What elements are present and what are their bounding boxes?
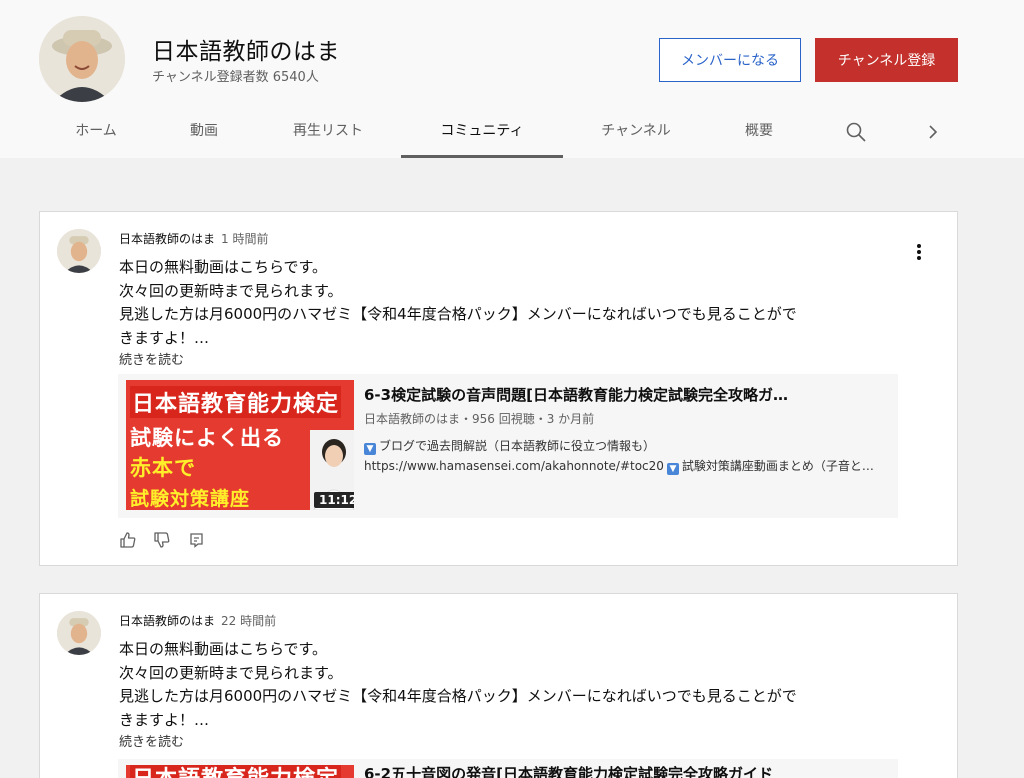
post-text: 本日の無料動画はこちらです。 次々回の更新時まで見られます。 見逃した方は月60… xyxy=(119,256,919,350)
thumbnail-text: 日本語教育能力検定 xyxy=(130,386,342,418)
community-post: 日本語教師のはま 1 時間前 本日の無料動画はこちらです。 次々回の更新時まで見ら… xyxy=(39,211,958,566)
channel-avatar[interactable] xyxy=(39,16,125,102)
author-avatar[interactable] xyxy=(57,229,101,273)
author-name[interactable]: 日本語教師のはま xyxy=(119,614,215,628)
read-more-link[interactable]: 続きを読む xyxy=(119,349,184,368)
desc-line: ブログで過去問解説（日本語教師に役立つ情報も） xyxy=(379,439,656,453)
video-card[interactable]: 日本語教育能力検定 6-2五十音図の発音[日本語教育能力検定試験完全攻略ガイド xyxy=(118,759,898,778)
post-line: 次々回の更新時まで見られます。 xyxy=(119,663,343,682)
thumbnail-text: 日本語教育能力検定 xyxy=(130,765,342,778)
post-line: 次々回の更新時まで見られます。 xyxy=(119,281,343,300)
video-card[interactable]: 日本語教育能力検定 試験によく出る 赤本で 試験対策講座 11:12 6-3検定… xyxy=(118,374,898,518)
tab-videos[interactable]: 動画 xyxy=(176,112,232,158)
video-title[interactable]: 6-3検定試験の音声問題[日本語教育能力検定試験完全攻略ガ… xyxy=(364,384,788,405)
join-member-button[interactable]: メンバーになる xyxy=(659,38,801,82)
post-line: きますよ！… xyxy=(119,328,210,347)
tab-channels[interactable]: チャンネル xyxy=(588,112,684,158)
thumbs-down-icon[interactable] xyxy=(152,530,172,550)
thumbnail-text: 試験によく出る xyxy=(130,426,284,450)
search-icon[interactable] xyxy=(844,120,868,144)
post-author[interactable]: 日本語教師のはま 22 時間前 xyxy=(119,612,276,629)
tab-playlists[interactable]: 再生リスト xyxy=(280,112,376,158)
thumbnail-text: 赤本で xyxy=(130,456,196,480)
video-description: ▼ ブログで過去問解説（日本語教師に役立つ情報も） https://www.ham… xyxy=(364,436,892,476)
thumbnail-text: 試験対策講座 xyxy=(130,488,251,510)
tab-community[interactable]: コミュニティ xyxy=(401,112,563,158)
desc-link[interactable]: https://www.hamasensei.com/akahonnote/#t… xyxy=(364,459,664,473)
chevron-right-icon[interactable] xyxy=(921,120,945,144)
desc-line: 試験対策講座動画まとめ（子音と… xyxy=(681,459,874,473)
comment-icon[interactable] xyxy=(187,530,207,550)
video-thumbnail[interactable]: 日本語教育能力検定 xyxy=(126,765,354,778)
read-more-link[interactable]: 続きを読む xyxy=(119,731,184,750)
post-line: 本日の無料動画はこちらです。 xyxy=(119,258,328,276)
post-time[interactable]: 22 時間前 xyxy=(221,614,276,628)
post-time[interactable]: 1 時間前 xyxy=(221,232,268,246)
post-line: 見逃した方は月6000円のハマゼミ【令和4年度合格パック】メンバーになればいつで… xyxy=(119,687,797,705)
post-line: きますよ！… xyxy=(119,710,210,729)
community-post: 日本語教師のはま 22 時間前 本日の無料動画はこちらです。 次々回の更新時まで見… xyxy=(39,593,958,778)
author-avatar[interactable] xyxy=(57,611,101,655)
down-arrow-icon: ▼ xyxy=(364,443,376,455)
video-duration: 11:12 xyxy=(314,492,354,508)
tab-about[interactable]: 概要 xyxy=(730,112,788,158)
post-line: 本日の無料動画はこちらです。 xyxy=(119,640,328,658)
subscribe-button[interactable]: チャンネル登録 xyxy=(815,38,958,82)
subscriber-count: チャンネル登録者数 6540人 xyxy=(152,70,319,85)
tab-home[interactable]: ホーム xyxy=(62,112,130,158)
down-arrow-icon: ▼ xyxy=(666,463,679,475)
channel-header: 日本語教師のはま チャンネル登録者数 6540人 メンバーになる チャンネル登録… xyxy=(0,0,1024,158)
video-thumbnail[interactable]: 日本語教育能力検定 試験によく出る 赤本で 試験対策講座 11:12 xyxy=(126,380,354,510)
video-meta: 日本語教師のはま・956 回視聴・3 か月前 xyxy=(364,412,595,426)
post-line: 見逃した方は月6000円のハマゼミ【令和4年度合格パック】メンバーになればいつで… xyxy=(119,305,797,323)
post-author[interactable]: 日本語教師のはま 1 時間前 xyxy=(119,230,268,247)
author-name[interactable]: 日本語教師のはま xyxy=(119,232,215,246)
video-title[interactable]: 6-2五十音図の発音[日本語教育能力検定試験完全攻略ガイド xyxy=(364,763,773,778)
thumbs-up-icon[interactable] xyxy=(118,530,138,550)
channel-title: 日本語教師のはま xyxy=(152,39,340,65)
post-text: 本日の無料動画はこちらです。 次々回の更新時まで見られます。 見逃した方は月60… xyxy=(119,638,919,732)
